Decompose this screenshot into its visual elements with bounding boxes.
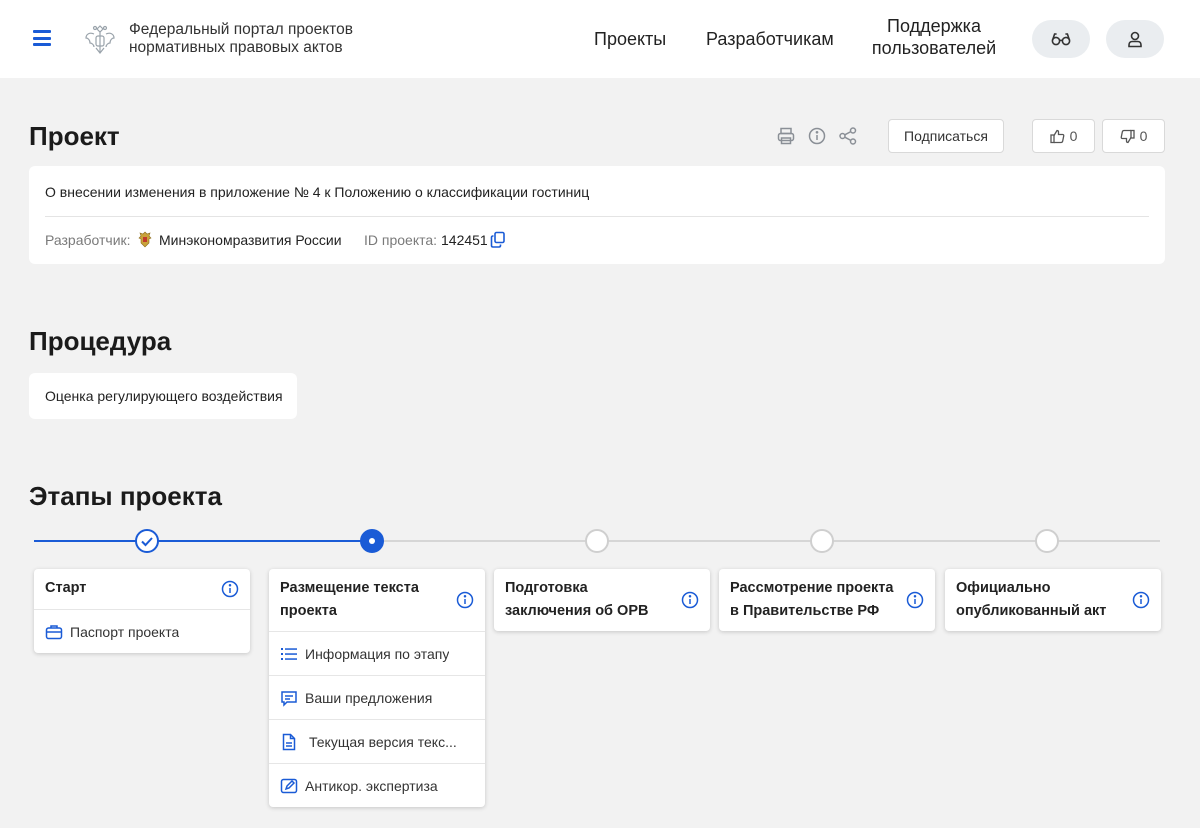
briefcase-icon bbox=[45, 624, 63, 639]
stage-link-info[interactable]: Информация по этапу bbox=[269, 631, 485, 675]
stage-link-proposals[interactable]: Ваши предложения bbox=[269, 675, 485, 719]
procedure-section-title: Процедура bbox=[29, 326, 172, 356]
info-icon[interactable] bbox=[906, 591, 924, 609]
user-button[interactable] bbox=[1106, 20, 1164, 58]
stage-link-label: Ваши предложения bbox=[305, 689, 433, 706]
like-count: 0 bbox=[1069, 128, 1078, 144]
info-icon[interactable] bbox=[807, 126, 827, 146]
stage-title: Рассмотрение проекта в Правительстве РФ bbox=[730, 580, 894, 619]
stage-card-text-placement: Размещение текста проекта Информация по … bbox=[269, 569, 485, 807]
procedure-value: Оценка регулирующего воздействия bbox=[45, 388, 283, 404]
user-icon bbox=[1128, 31, 1142, 48]
nav-support-line2: пользователей bbox=[871, 38, 997, 58]
portal-title-line2: нормативных правовых актов bbox=[129, 39, 343, 56]
subscribe-button[interactable]: Подписаться bbox=[888, 119, 1004, 153]
info-icon[interactable] bbox=[681, 591, 699, 609]
comment-icon bbox=[281, 690, 297, 707]
project-section-title: Проект bbox=[29, 121, 120, 151]
nav-support-line1: Поддержка bbox=[887, 16, 981, 36]
stage-link-label: Информация по этапу bbox=[305, 645, 450, 662]
info-icon[interactable] bbox=[456, 591, 474, 609]
portal-title[interactable]: Федеральный портал проектов нормативных … bbox=[129, 21, 389, 57]
stage-title: Старт bbox=[45, 580, 87, 596]
project-card: О внесении изменения в приложение № 4 к … bbox=[29, 166, 1165, 264]
stage-marker-1 bbox=[135, 529, 159, 553]
project-id-value: 142451 bbox=[441, 232, 488, 248]
info-icon[interactable] bbox=[1132, 591, 1150, 609]
stage-link-label: Паспорт проекта bbox=[70, 623, 180, 640]
stage-header[interactable]: Подготовка заключения об ОРВ bbox=[494, 569, 710, 631]
ministry-emblem-icon bbox=[138, 231, 152, 248]
stage-link-label: Текущая версия текс... bbox=[309, 733, 457, 750]
check-icon bbox=[141, 537, 153, 547]
print-icon[interactable] bbox=[776, 126, 796, 146]
glasses-icon bbox=[1051, 33, 1071, 46]
stage-header[interactable]: Размещение текста проекта bbox=[269, 569, 485, 631]
menu-icon[interactable] bbox=[33, 30, 51, 46]
copy-icon[interactable] bbox=[490, 231, 506, 248]
document-icon bbox=[282, 733, 296, 750]
stage-header[interactable]: Старт bbox=[34, 569, 250, 609]
stage-card-government-review[interactable]: Рассмотрение проекта в Правительстве РФ bbox=[719, 569, 935, 631]
project-name: О внесении изменения в приложение № 4 к … bbox=[45, 184, 590, 200]
nav-developers[interactable]: Разработчикам bbox=[706, 28, 834, 50]
stage-card-start: Старт Паспорт проекта bbox=[34, 569, 250, 653]
stage-marker-3 bbox=[585, 529, 609, 553]
procedure-card: Оценка регулирующего воздействия bbox=[29, 373, 297, 419]
stage-header[interactable]: Официально опубликованный акт bbox=[945, 569, 1161, 631]
stages-progress-active bbox=[34, 540, 371, 542]
stage-card-orv-conclusion[interactable]: Подготовка заключения об ОРВ bbox=[494, 569, 710, 631]
nav-projects[interactable]: Проекты bbox=[594, 28, 666, 50]
stage-header[interactable]: Рассмотрение проекта в Правительстве РФ bbox=[719, 569, 935, 631]
info-icon[interactable] bbox=[221, 580, 239, 598]
stage-title: Размещение текста проекта bbox=[280, 580, 419, 619]
edit-icon bbox=[280, 778, 298, 793]
stage-marker-4 bbox=[810, 529, 834, 553]
divider bbox=[45, 216, 1149, 217]
project-id-label: ID проекта: bbox=[364, 232, 438, 248]
stage-link-anticorruption[interactable]: Антикор. экспертиза bbox=[269, 763, 485, 807]
stage-link-current-version[interactable]: Текущая версия текс... bbox=[269, 719, 485, 763]
thumbs-up-icon bbox=[1049, 129, 1064, 143]
portal-title-line1: Федеральный портал проектов bbox=[129, 21, 353, 38]
like-button[interactable]: 0 bbox=[1032, 119, 1095, 153]
thumbs-down-icon bbox=[1120, 129, 1135, 143]
stage-link-label: Антикор. экспертиза bbox=[305, 777, 438, 794]
nav-support[interactable]: Поддержка пользователей bbox=[868, 15, 1000, 59]
emblem-icon bbox=[85, 25, 115, 54]
share-icon[interactable] bbox=[838, 126, 858, 146]
stage-title: Подготовка заключения об ОРВ bbox=[505, 580, 649, 619]
list-icon bbox=[281, 647, 297, 660]
stages-section-title: Этапы проекта bbox=[29, 481, 222, 511]
site-header: Федеральный портал проектов нормативных … bbox=[0, 0, 1200, 78]
stage-card-published-act[interactable]: Официально опубликованный акт bbox=[945, 569, 1161, 631]
dislike-button[interactable]: 0 bbox=[1102, 119, 1165, 153]
accessibility-button[interactable] bbox=[1032, 20, 1090, 58]
stage-title: Официально опубликованный акт bbox=[956, 580, 1107, 619]
stage-link-passport[interactable]: Паспорт проекта bbox=[34, 609, 250, 653]
dislike-count: 0 bbox=[1139, 128, 1148, 144]
stage-marker-2 bbox=[360, 529, 384, 553]
developer-value[interactable]: Минэкономразвития России bbox=[159, 232, 342, 248]
stage-marker-5 bbox=[1035, 529, 1059, 553]
developer-label: Разработчик: bbox=[45, 232, 131, 248]
